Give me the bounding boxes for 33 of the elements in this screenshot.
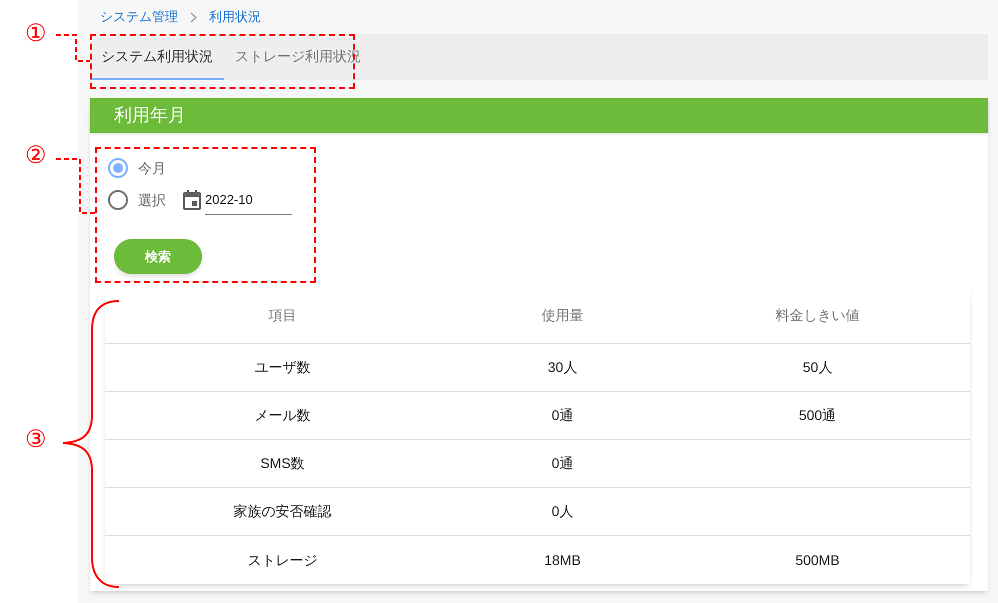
section-title: 利用年月	[114, 104, 186, 127]
annotation-connector	[55, 157, 96, 215]
radio-button[interactable]	[108, 190, 128, 210]
radio-label: 選択	[138, 190, 166, 210]
calendar-icon	[183, 190, 201, 210]
breadcrumb-link[interactable]: 利用状況	[209, 7, 261, 27]
table-cell-text: 0通	[550, 406, 574, 425]
annotation-number: ①	[24, 20, 48, 48]
table-cell-text: 50人	[802, 358, 834, 377]
tab[interactable]: システム利用状況	[90, 34, 224, 80]
table-cell-text: メール数	[254, 406, 312, 425]
month-field[interactable]: 2022-10	[205, 185, 292, 215]
column-header: 使用量	[540, 306, 584, 325]
breadcrumb-link[interactable]: システム管理	[100, 7, 178, 27]
table-cell-text: ストレージ	[246, 550, 318, 570]
annotation-connector	[55, 32, 91, 64]
radio-button[interactable]	[108, 158, 128, 178]
radio-label: 今月	[138, 158, 166, 178]
table-cell-text: 家族の安否確認	[232, 502, 332, 521]
column-header: 項目	[268, 306, 298, 325]
table-cell-text: 500MB	[794, 550, 841, 570]
table-cell-text: 30人	[546, 358, 578, 377]
table-cell-text: ユーザ数	[254, 358, 312, 377]
table-cell-text: 18MB	[543, 550, 582, 570]
column-header: 料金しきい値	[774, 306, 860, 325]
chevron-icon	[190, 12, 197, 22]
table-cell-text: 500通	[798, 406, 838, 425]
table-cell-text: 0人	[550, 502, 574, 521]
annotation-number: ③	[24, 426, 48, 454]
search-button[interactable]: 検索	[114, 239, 202, 274]
annotation-number: ②	[24, 142, 48, 170]
table-cell-text: 0通	[550, 454, 574, 473]
table-cell-text: SMS数	[259, 454, 306, 473]
